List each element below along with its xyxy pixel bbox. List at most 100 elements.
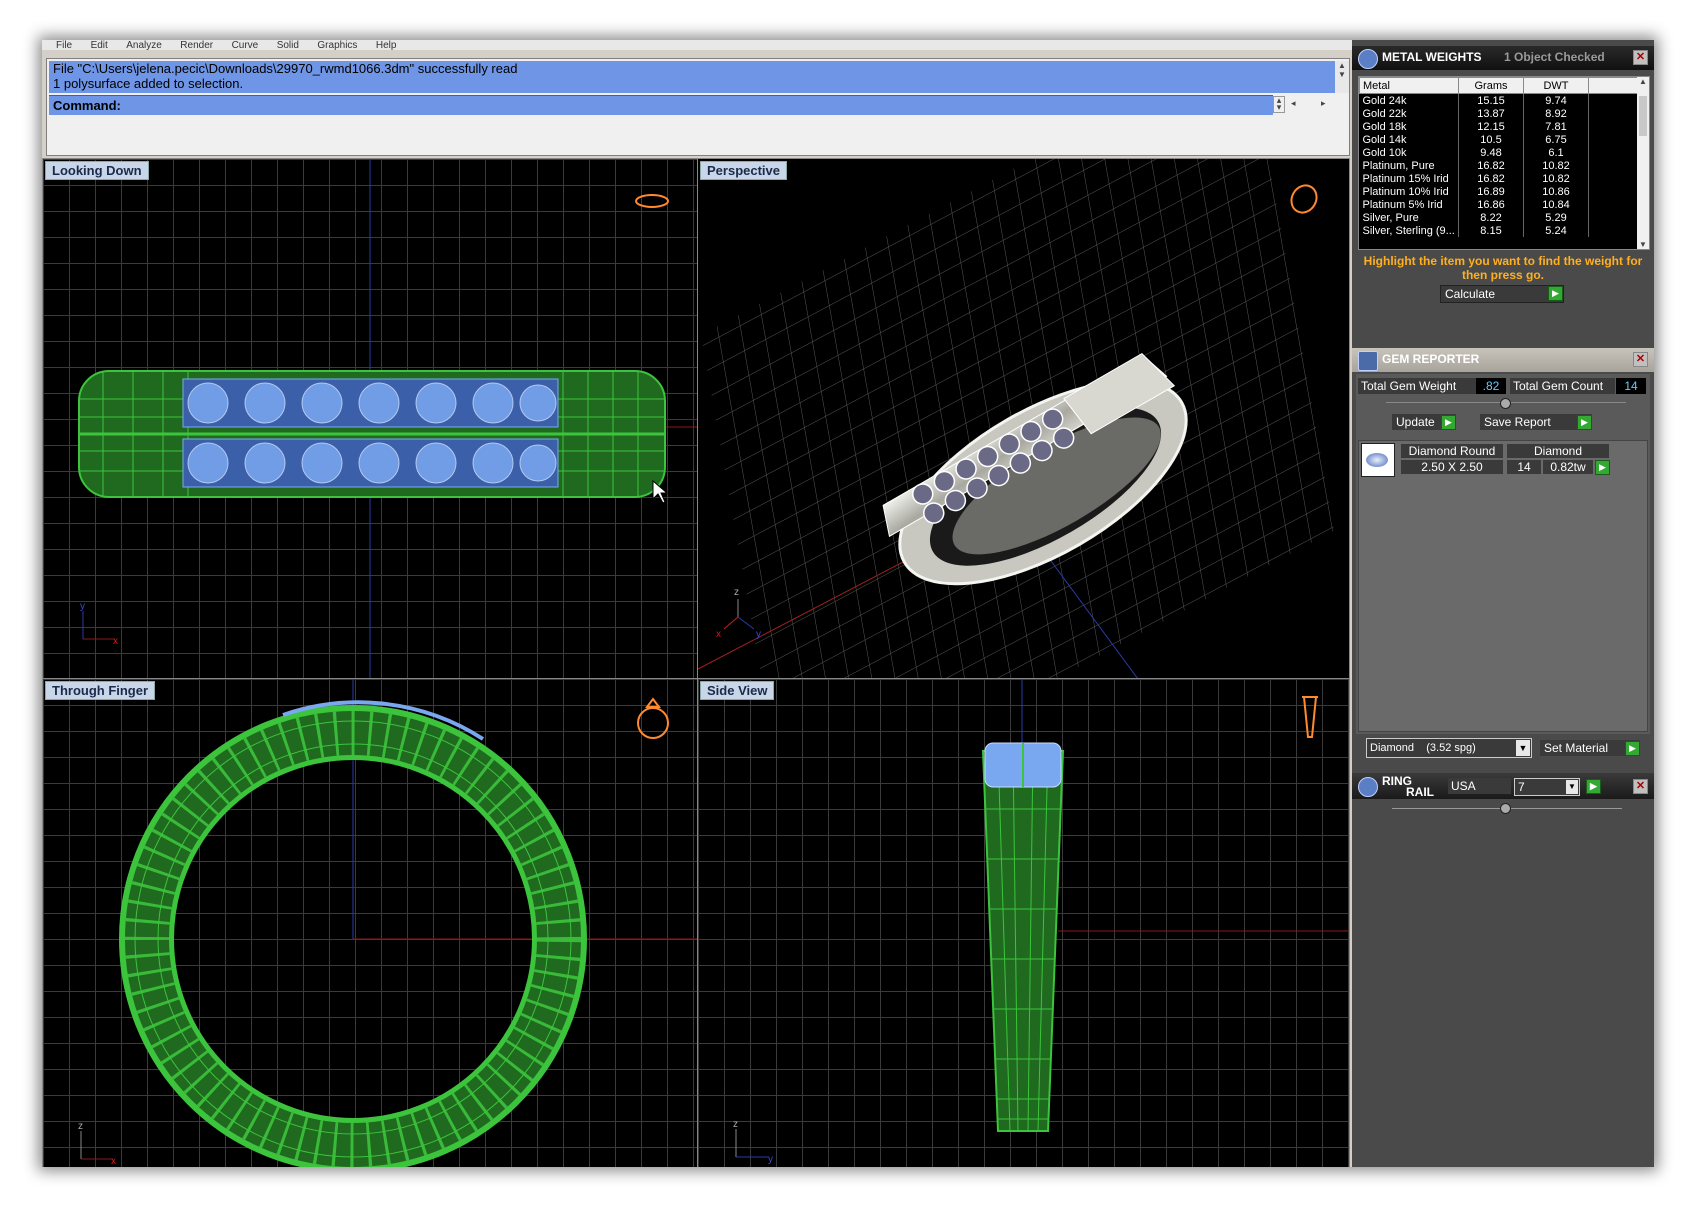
go-icon[interactable]: ▶ — [1577, 415, 1592, 430]
right-tool-panels: METAL WEIGHTS 1 Object Checked ✕ Metal G… — [1352, 40, 1654, 1167]
menu-item-edit[interactable]: Edit — [91, 40, 108, 50]
metal-weights-table-container[interactable]: Metal Grams DWT Gold 24k 15.15 9.74 Gold 22… — [1358, 76, 1650, 250]
gem-reporter-body: Total Gem Weight .82 Total Gem Count 14 … — [1356, 374, 1650, 734]
dwt-cell: 7.81 — [1523, 120, 1589, 133]
metal-name-cell: Platinum 15% Irid — [1359, 172, 1459, 185]
save-report-label: Save Report — [1484, 415, 1551, 429]
gem-weight: 0.82tw — [1543, 460, 1593, 474]
empty-cell — [1588, 185, 1638, 198]
table-row[interactable]: Gold 24k 15.15 9.74 — [1359, 93, 1638, 107]
menu-item-render[interactable]: Render — [180, 40, 213, 50]
menu-item-file[interactable]: File — [56, 40, 72, 50]
table-row[interactable]: Platinum 15% Irid 16.82 10.82 — [1359, 172, 1638, 185]
gem-size: 2.50 X 2.50 — [1401, 460, 1503, 474]
gem-list-item[interactable]: Diamond Round Diamond 2.50 X 2.50 14 0.8… — [1361, 443, 1611, 477]
update-button[interactable]: Update ▶ — [1392, 414, 1456, 430]
application-window: File Edit Analyze Render Curve Solid Gra… — [42, 40, 1654, 1167]
slider-thumb-icon[interactable] — [1500, 398, 1511, 409]
set-material-button[interactable]: Set Material ▶ — [1540, 740, 1640, 756]
material-select[interactable]: Diamond (3.52 spg) ▼ — [1366, 738, 1532, 758]
column-header[interactable]: Grams — [1458, 77, 1524, 94]
close-icon[interactable]: ✕ — [1633, 779, 1648, 794]
scroll-left-icon[interactable]: ◂ — [1291, 98, 1296, 109]
metal-name-cell: Silver, Pure — [1359, 211, 1459, 224]
table-row[interactable]: Platinum 5% Irid 16.86 10.84 — [1359, 198, 1638, 211]
table-row[interactable]: Platinum, Pure 16.82 10.82 — [1359, 159, 1638, 172]
close-icon[interactable]: ✕ — [1633, 50, 1648, 65]
viewport-perspective[interactable]: z y x Perspective — [697, 158, 1350, 680]
menu-item-analyze[interactable]: Analyze — [126, 40, 162, 50]
go-icon[interactable]: ▶ — [1441, 415, 1456, 430]
dwt-cell: 5.29 — [1523, 211, 1589, 224]
table-row[interactable]: Silver, Sterling (9... 8.15 5.24 — [1359, 224, 1638, 237]
scale-icon — [1358, 49, 1378, 69]
viewport-looking-down[interactable]: y x Looking Down — [42, 158, 699, 680]
table-row[interactable]: Gold 22k 13.87 8.92 — [1359, 107, 1638, 120]
svg-text:x: x — [716, 629, 721, 640]
metal-name-cell: Gold 24k — [1359, 93, 1459, 107]
empty-cell — [1588, 198, 1638, 211]
history-scrollbar[interactable]: ▲ ▼ — [1335, 61, 1349, 93]
column-header[interactable]: Metal — [1359, 77, 1459, 94]
go-icon[interactable]: ▶ — [1548, 286, 1563, 301]
empty-cell — [1588, 146, 1638, 159]
menu-item-curve[interactable]: Curve — [232, 40, 259, 50]
svg-text:y: y — [768, 1154, 773, 1165]
ring-size-select[interactable]: 7 ▼ — [1514, 778, 1580, 796]
gem-shape: Diamond Round — [1401, 444, 1503, 458]
command-prompt[interactable]: Command: — [49, 95, 1273, 115]
empty-cell — [1588, 133, 1638, 146]
go-icon[interactable]: ▶ — [1595, 460, 1610, 475]
column-header[interactable]: DWT — [1523, 77, 1589, 94]
viewport-side-view[interactable]: z y Side View — [697, 678, 1350, 1167]
grams-cell: 8.15 — [1458, 224, 1524, 237]
metal-name-cell: Platinum 5% Irid — [1359, 198, 1459, 211]
scroll-right-icon[interactable]: ▸ — [1321, 98, 1326, 109]
viewport-through-finger[interactable]: z x Through Finger — [42, 678, 699, 1167]
viewport-label[interactable]: Side View — [700, 681, 775, 700]
go-icon[interactable]: ▶ — [1586, 779, 1601, 794]
command-area: File "C:\Users\jelena.pecic\Downloads\29… — [46, 58, 1350, 156]
grams-cell: 10.5 — [1458, 133, 1524, 146]
menu-item-help[interactable]: Help — [376, 40, 397, 50]
table-row[interactable]: Gold 18k 12.15 7.81 — [1359, 120, 1638, 133]
table-row[interactable]: Silver, Pure 8.22 5.29 — [1359, 211, 1638, 224]
viewport-label[interactable]: Through Finger — [45, 681, 156, 700]
view-orientation-ring-icon — [637, 697, 669, 739]
command-spinner[interactable]: ▴ ▾ ◂ ▸ — [1273, 95, 1347, 114]
gem-count: 14 — [1507, 460, 1541, 474]
grams-cell: 8.22 — [1458, 211, 1524, 224]
grams-cell: 16.89 — [1458, 185, 1524, 198]
calculate-button[interactable]: Calculate ▶ — [1440, 285, 1564, 303]
chevron-down-icon[interactable]: ▼ — [1516, 740, 1530, 756]
go-icon[interactable]: ▶ — [1625, 741, 1640, 756]
gem-reporter-titlebar[interactable]: GEM REPORTER ✕ — [1352, 348, 1654, 372]
chevron-down-icon[interactable]: ▼ — [1566, 780, 1578, 794]
table-scrollbar[interactable]: ▲ ▼ — [1637, 77, 1649, 249]
save-report-button[interactable]: Save Report ▶ — [1480, 414, 1592, 430]
close-icon[interactable]: ✕ — [1633, 352, 1648, 367]
dwt-cell: 5.24 — [1523, 224, 1589, 237]
slider-thumb-icon[interactable] — [1500, 803, 1511, 814]
dwt-cell: 10.82 — [1523, 172, 1589, 185]
country-field[interactable]: USA — [1448, 778, 1511, 794]
dwt-cell: 10.82 — [1523, 159, 1589, 172]
empty-cell — [1588, 120, 1638, 133]
ring-rail-titlebar[interactable]: RING RAIL USA 7 ▼ ▶ ✕ — [1352, 773, 1654, 799]
spinner-updown-icon[interactable]: ▴ ▾ — [1273, 96, 1285, 113]
dwt-cell: 6.1 — [1523, 146, 1589, 159]
menu-item-graphics[interactable]: Graphics — [317, 40, 357, 50]
menu-item-solid[interactable]: Solid — [277, 40, 299, 50]
empty-cell — [1588, 211, 1638, 224]
viewport-label[interactable]: Perspective — [700, 161, 787, 180]
panel-title: GEM REPORTER — [1382, 352, 1480, 366]
table-row[interactable]: Platinum 10% Irid 16.89 10.86 — [1359, 185, 1638, 198]
table-row[interactable]: Gold 14k 10.5 6.75 — [1359, 133, 1638, 146]
history-line: 1 polysurface added to selection. — [53, 76, 244, 91]
metal-weights-titlebar[interactable]: METAL WEIGHTS 1 Object Checked ✕ — [1352, 46, 1654, 70]
grams-cell: 13.87 — [1458, 107, 1524, 120]
viewport-label[interactable]: Looking Down — [45, 161, 149, 180]
grams-cell: 9.48 — [1458, 146, 1524, 159]
metal-weights-table: Metal Grams DWT Gold 24k 15.15 9.74 Gold 22… — [1359, 77, 1638, 237]
table-row[interactable]: Gold 10k 9.48 6.1 — [1359, 146, 1638, 159]
